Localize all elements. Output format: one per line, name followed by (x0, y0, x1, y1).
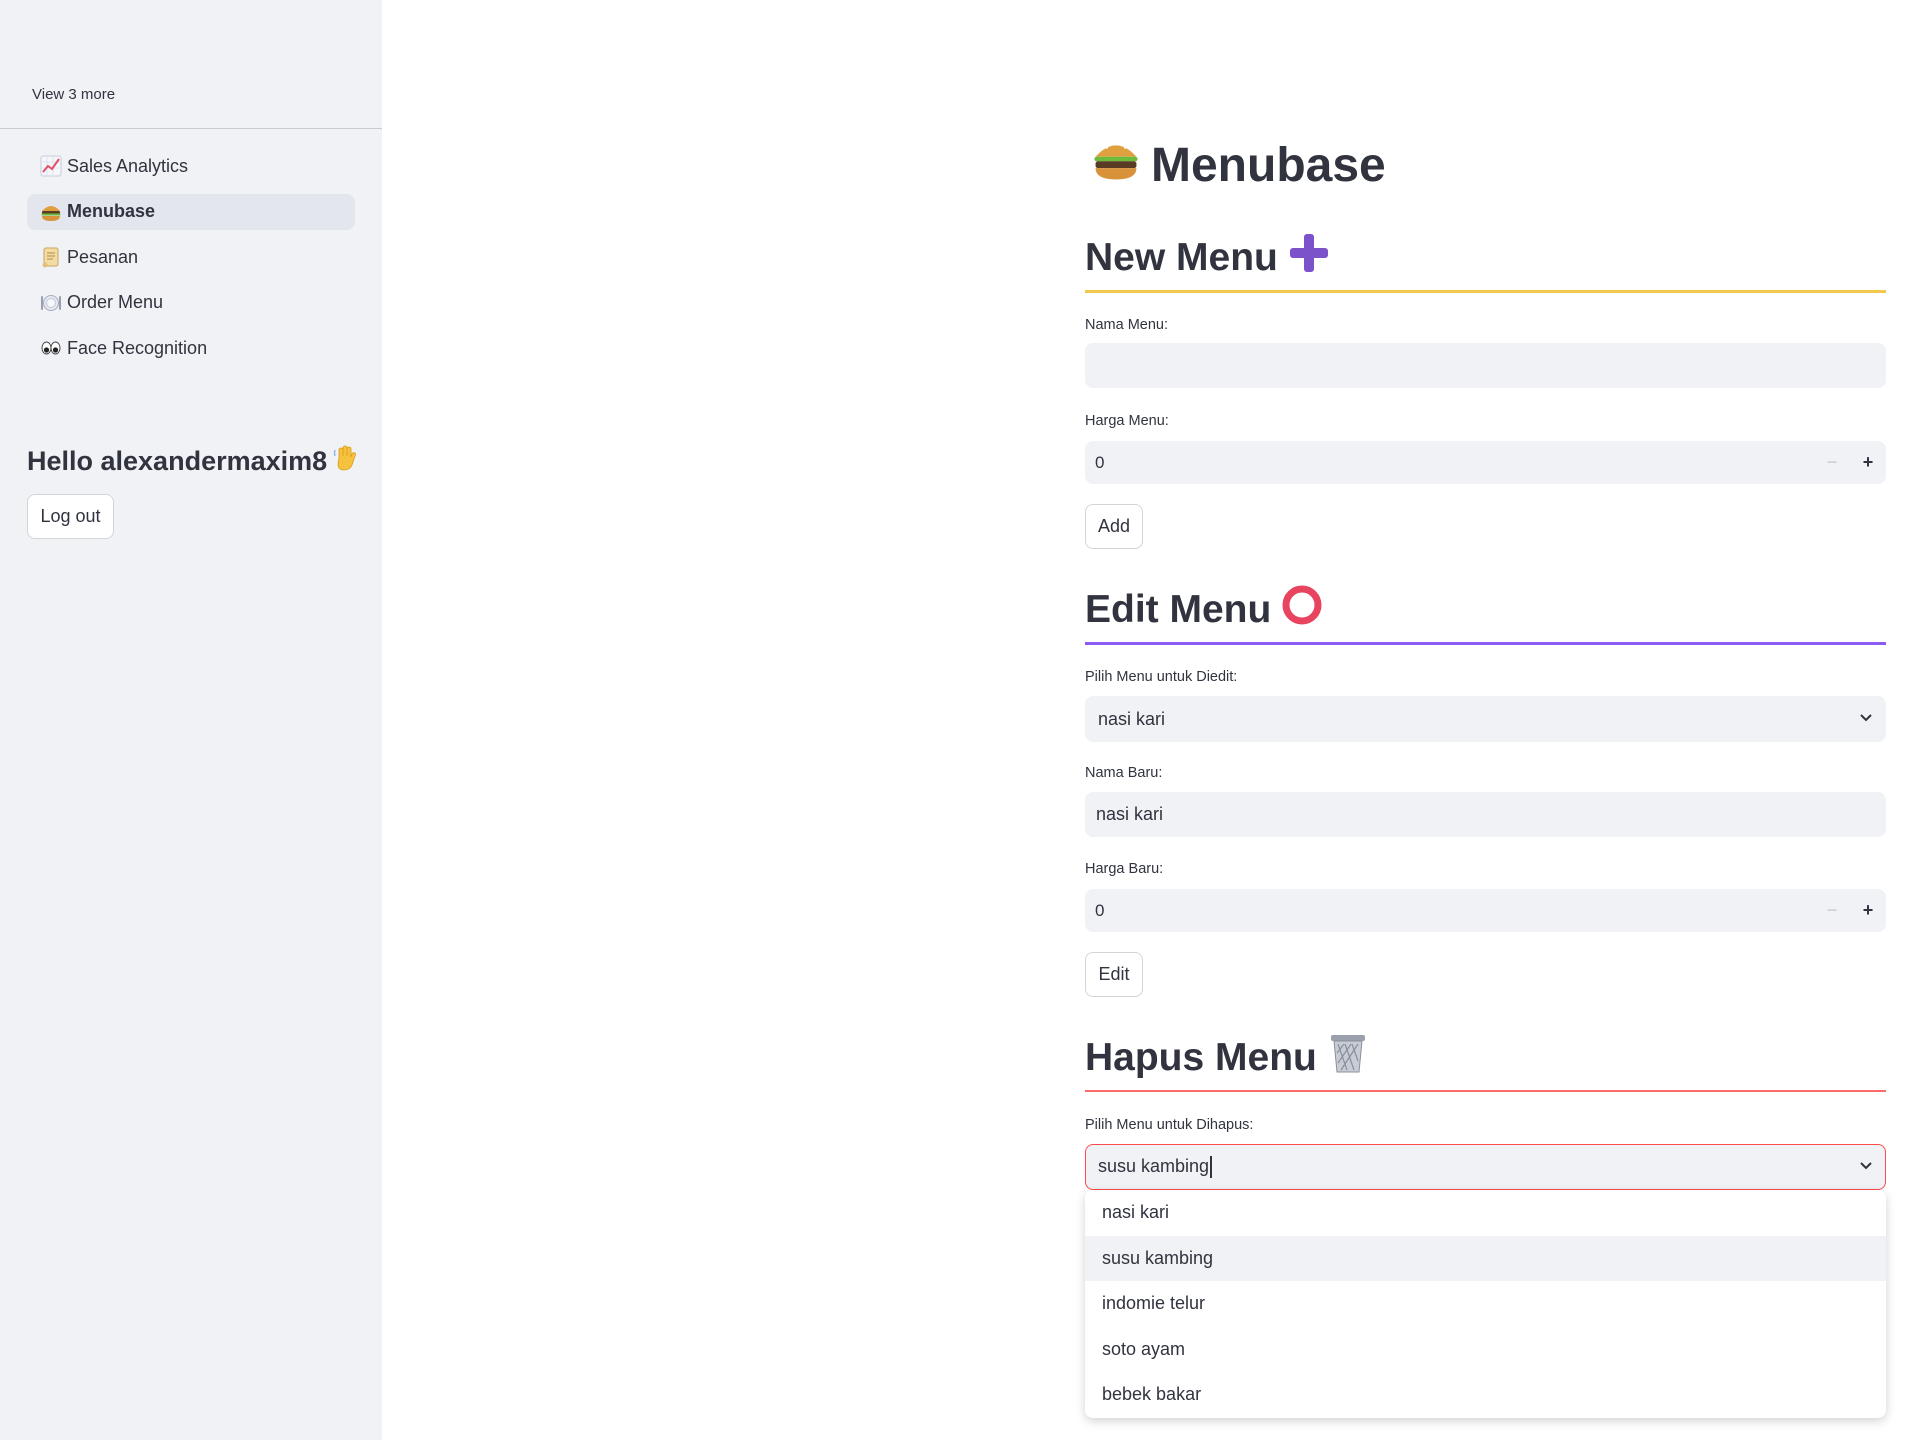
chevron-down-icon[interactable] (1859, 709, 1873, 730)
new-menu-rule (1085, 290, 1886, 293)
sidebar-item-sales-analytics[interactable]: Sales Analytics (27, 148, 355, 184)
edit-menu-select-value: nasi kari (1098, 708, 1166, 729)
waving-hand-icon (333, 444, 359, 479)
sidebar-item-label: Face Recognition (67, 337, 208, 358)
sidebar-item-label: Menubase (67, 201, 156, 221)
dropdown-option[interactable]: nasi kari (1085, 1190, 1886, 1236)
harga-menu-label: Harga Menu: (1085, 413, 1169, 429)
sidebar-item-label: Pesanan (67, 246, 139, 267)
nama-baru-input[interactable]: nasi kari (1085, 792, 1886, 837)
plus-icon (1288, 232, 1330, 284)
increment-button[interactable]: + (1850, 441, 1886, 484)
edit-menu-select[interactable]: nasi kari (1085, 696, 1886, 742)
page-title: Menubase (1091, 136, 1386, 194)
greeting: Hello alexandermaxim8 (27, 444, 359, 479)
harga-baru-value[interactable]: 0 (1085, 901, 1814, 921)
chart-increasing-icon (39, 154, 63, 178)
decrement-button[interactable]: − (1814, 889, 1850, 932)
sidebar-nav: Sales Analytics Menubase Pesanan Order M… (27, 148, 355, 376)
pilih-menu-dihapus-label: Pilih Menu untuk Dihapus: (1085, 1117, 1254, 1133)
page-title-text: Menubase (1151, 138, 1386, 192)
new-menu-heading: New Menu (1085, 232, 1886, 290)
harga-menu-value[interactable]: 0 (1085, 453, 1814, 473)
sidebar-item-label: Sales Analytics (67, 155, 189, 176)
hapus-menu-select[interactable]: susu kambing (1085, 1144, 1886, 1190)
hapus-menu-rule (1085, 1090, 1886, 1092)
hapus-menu-heading-text: Hapus Menu (1085, 1036, 1317, 1079)
burger-icon (39, 200, 63, 224)
increment-button[interactable]: + (1850, 889, 1886, 932)
edit-button[interactable]: Edit (1085, 952, 1143, 997)
scroll-icon (39, 245, 63, 269)
burger-icon (1091, 136, 1141, 194)
sidebar-item-pesanan[interactable]: Pesanan (27, 239, 355, 275)
hapus-menu-dropdown: nasi kari susu kambing indomie telur sot… (1085, 1190, 1886, 1418)
edit-menu-heading: Edit Menu (1085, 584, 1886, 642)
add-button[interactable]: Add (1085, 504, 1143, 549)
nama-baru-label: Nama Baru: (1085, 765, 1163, 781)
sidebar-item-face-recognition[interactable]: Face Recognition (27, 330, 355, 366)
new-menu-heading-text: New Menu (1085, 236, 1278, 279)
hollow-red-circle-icon (1281, 584, 1323, 636)
nama-menu-input[interactable] (1085, 343, 1886, 388)
dropdown-option[interactable]: soto ayam (1085, 1327, 1886, 1373)
pilih-menu-diedit-label: Pilih Menu untuk Diedit: (1085, 669, 1238, 685)
view-more-link[interactable]: View 3 more (32, 86, 115, 103)
sidebar-item-menubase[interactable]: Menubase (27, 193, 355, 230)
logout-button[interactable]: Log out (27, 494, 114, 539)
chevron-down-icon[interactable] (1859, 1157, 1873, 1178)
text-caret (1210, 1156, 1212, 1179)
dropdown-option[interactable]: indomie telur (1085, 1281, 1886, 1327)
harga-baru-stepper[interactable]: 0 − + (1085, 889, 1886, 932)
hapus-menu-select-text: susu kambing (1098, 1155, 1210, 1176)
wastebasket-icon (1327, 1031, 1369, 1085)
dropdown-option[interactable]: bebek bakar (1085, 1372, 1886, 1418)
nama-menu-label: Nama Menu: (1085, 317, 1169, 333)
edit-menu-heading-text: Edit Menu (1085, 588, 1272, 631)
sidebar-item-label: Order Menu (67, 292, 164, 312)
plate-icon (39, 291, 63, 315)
dropdown-option[interactable]: susu kambing (1085, 1235, 1886, 1281)
hapus-menu-select-value[interactable]: susu kambing (1098, 1155, 1859, 1179)
harga-baru-label: Harga Baru: (1085, 861, 1164, 877)
sidebar-divider (0, 128, 382, 129)
sidebar: View 3 more Sales Analytics Menubase Pes… (0, 0, 382, 1440)
harga-menu-stepper[interactable]: 0 − + (1085, 441, 1886, 484)
edit-menu-rule (1085, 642, 1886, 645)
decrement-button[interactable]: − (1814, 441, 1850, 484)
greeting-text: Hello alexandermaxim8 (27, 446, 328, 476)
eyes-icon (39, 336, 63, 360)
sidebar-item-order-menu[interactable]: Order Menu (27, 285, 355, 321)
hapus-menu-heading: Hapus Menu (1085, 1031, 1886, 1091)
